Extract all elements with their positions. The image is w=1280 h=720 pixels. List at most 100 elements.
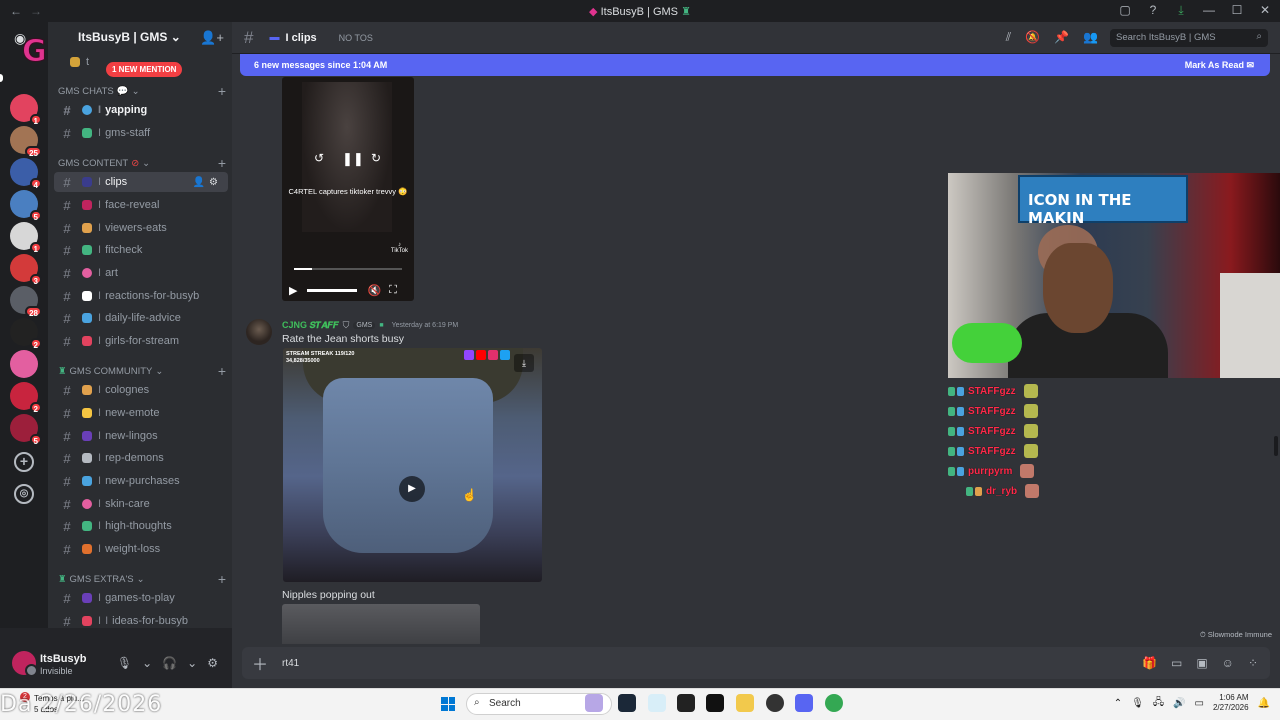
- category-gms-community[interactable]: ♜ GMS COMMUNITY ⌄ +: [58, 363, 226, 379]
- channel-weight-loss[interactable]: # Iweight-loss: [54, 539, 228, 559]
- apps-icon[interactable]: ⁘: [1248, 656, 1258, 670]
- message-author[interactable]: CJNG 𝑺𝑻𝑨𝑭𝑭: [282, 320, 339, 331]
- channel-colognes[interactable]: # Icolognes: [54, 380, 228, 400]
- microphone-icon[interactable]: 🎙: [117, 656, 132, 670]
- image-embed[interactable]: [282, 604, 480, 644]
- steam-icon[interactable]: [618, 694, 636, 712]
- add-server-button[interactable]: +: [14, 452, 34, 472]
- mark-as-read-button[interactable]: Mark As Read ✉: [1185, 60, 1254, 71]
- volume-icon[interactable]: 🔊: [1173, 698, 1185, 709]
- close-button[interactable]: ✕: [1256, 3, 1274, 18]
- play-button[interactable]: ▶: [399, 476, 425, 502]
- battery-icon[interactable]: ▭: [1195, 698, 1204, 709]
- channel-new-emote[interactable]: # Inew-emote: [54, 403, 228, 423]
- rewind-icon[interactable]: ↺: [314, 151, 324, 165]
- video-progress[interactable]: [294, 268, 402, 270]
- channel-yapping[interactable]: # Iyapping: [54, 100, 228, 120]
- arrow-left-icon[interactable]: ←: [10, 4, 22, 18]
- download-icon[interactable]: ⤓: [514, 354, 534, 372]
- channel-art[interactable]: # Iart: [54, 263, 228, 283]
- channel-reactions-for-busyb[interactable]: # Ireactions-for-busyb: [54, 286, 228, 306]
- channel-rep-demons[interactable]: # Irep-demons: [54, 448, 228, 468]
- windows-start-icon[interactable]: [441, 697, 455, 711]
- server-icon[interactable]: 2: [10, 318, 42, 350]
- members-icon[interactable]: 👥: [1083, 30, 1098, 45]
- volume-slider[interactable]: [307, 288, 358, 292]
- scrollbar[interactable]: [1274, 436, 1278, 456]
- download-icon[interactable]: ⤓: [1172, 3, 1190, 18]
- message-input-value[interactable]: rt41: [282, 658, 299, 669]
- capcut-icon[interactable]: [706, 694, 724, 712]
- attach-plus-icon[interactable]: ＋: [252, 651, 268, 675]
- clock[interactable]: 1:06 AM 2/27/2026: [1213, 693, 1249, 713]
- channel-high-thoughts[interactable]: # Ihigh-thoughts: [54, 516, 228, 536]
- microphone-icon[interactable]: 🎙: [1131, 698, 1144, 709]
- invite-people-icon[interactable]: 👤+: [200, 30, 224, 46]
- server-icon[interactable]: 2: [10, 382, 42, 414]
- server-icon[interactable]: [10, 350, 38, 378]
- emoji-icon[interactable]: ☺: [1222, 656, 1234, 670]
- add-channel-icon[interactable]: +: [218, 363, 226, 379]
- channel-fitcheck[interactable]: # Ifitcheck: [54, 240, 228, 260]
- channel-new-lingos[interactable]: # Inew-lingos: [54, 426, 228, 446]
- pin-icon[interactable]: 📌: [1054, 30, 1069, 45]
- avatar[interactable]: [12, 651, 38, 677]
- forward-icon[interactable]: ↻: [371, 151, 381, 165]
- server-icon[interactable]: 28: [10, 286, 42, 318]
- new-messages-bar[interactable]: 6 new messages since 1:04 AM Mark As Rea…: [240, 54, 1270, 76]
- app-icon[interactable]: [677, 694, 695, 712]
- video-embed[interactable]: ↺ ❚❚ ↻ C4RTEL captures tiktoker trevvy 😳…: [282, 77, 414, 301]
- server-icon[interactable]: 1: [10, 222, 42, 254]
- chevron-down-icon[interactable]: ⌄: [142, 656, 152, 670]
- channel-girls-for-stream[interactable]: # Igirls-for-stream: [54, 331, 228, 351]
- widget-icon[interactable]: [585, 694, 603, 712]
- category-gms-content[interactable]: GMS CONTENT ⊘ ⌄ +: [58, 155, 226, 171]
- channel-games-to-play[interactable]: # Igames-to-play: [54, 588, 228, 608]
- network-icon[interactable]: 🖧: [1153, 695, 1164, 712]
- chevron-down-icon[interactable]: ⌄: [187, 656, 197, 670]
- channel-face-reveal[interactable]: # Iface-reveal: [54, 195, 228, 215]
- search-input[interactable]: Search ItsBusyB | GMS ⌕: [1110, 29, 1268, 47]
- server-icon[interactable]: 5: [10, 190, 42, 222]
- minimize-button[interactable]: —: [1200, 3, 1218, 18]
- settings-gear-icon[interactable]: ⚙: [207, 656, 218, 670]
- server-icon[interactable]: 5: [10, 414, 42, 446]
- server-icon[interactable]: 4: [10, 158, 42, 190]
- threads-icon[interactable]: ⫽: [1006, 30, 1011, 45]
- screen-share-icon[interactable]: ▢: [1116, 3, 1134, 18]
- server-name[interactable]: ItsBusyB | GMS ⌄: [78, 30, 181, 44]
- file-explorer-icon[interactable]: [736, 694, 754, 712]
- gear-icon[interactable]: ⚙: [209, 177, 222, 188]
- channel-daily-life-advice[interactable]: # Idaily-life-advice: [54, 308, 228, 328]
- discord-taskbar-icon[interactable]: [795, 694, 813, 712]
- channel-clips[interactable]: # Iclips 👤⚙: [54, 172, 228, 192]
- play-icon[interactable]: ▶: [289, 284, 297, 297]
- channel-viewers-eats[interactable]: # Iviewers-eats: [54, 218, 228, 238]
- help-icon[interactable]: ?: [1144, 3, 1162, 18]
- mute-icon[interactable]: 🔕: [1025, 30, 1040, 45]
- vpn-icon[interactable]: [648, 694, 666, 712]
- add-channel-icon[interactable]: +: [218, 83, 226, 99]
- avatar[interactable]: [246, 319, 272, 345]
- channel-skin-care[interactable]: # Iskin-care: [54, 494, 228, 514]
- sticker-icon[interactable]: ▣: [1196, 656, 1207, 670]
- fullscreen-icon[interactable]: ⛶: [389, 284, 397, 297]
- notifications-icon[interactable]: 🔔: [1258, 698, 1270, 709]
- arrow-right-icon[interactable]: →: [30, 4, 42, 18]
- add-member-icon[interactable]: 👤: [193, 177, 209, 188]
- category-gms-extras[interactable]: ♜ GMS EXTRA'S ⌄ +: [58, 571, 226, 587]
- gif-icon[interactable]: ▭: [1171, 656, 1182, 670]
- category-gms-chats[interactable]: GMS CHATS 💬 ⌄ +: [58, 83, 226, 99]
- server-icon[interactable]: 3: [10, 254, 42, 286]
- channel-partial[interactable]: t: [54, 52, 228, 72]
- username[interactable]: ItsBusyb: [40, 653, 86, 665]
- headphones-icon[interactable]: 🎧: [162, 656, 177, 670]
- video-embed[interactable]: STREAM STREAK 119/120 34,828/35000 ⤓ ▶: [283, 348, 542, 582]
- maximize-button[interactable]: ☐: [1228, 3, 1246, 18]
- chrome-icon[interactable]: [825, 694, 843, 712]
- discover-icon[interactable]: ◎: [14, 484, 34, 504]
- channel-new-purchases[interactable]: # Inew-purchases: [54, 471, 228, 491]
- server-icon[interactable]: 25: [10, 126, 42, 158]
- message-input[interactable]: ＋ rt41 🎁 ▭ ▣ ☺ ⁘: [242, 647, 1270, 679]
- obs-icon[interactable]: [766, 694, 784, 712]
